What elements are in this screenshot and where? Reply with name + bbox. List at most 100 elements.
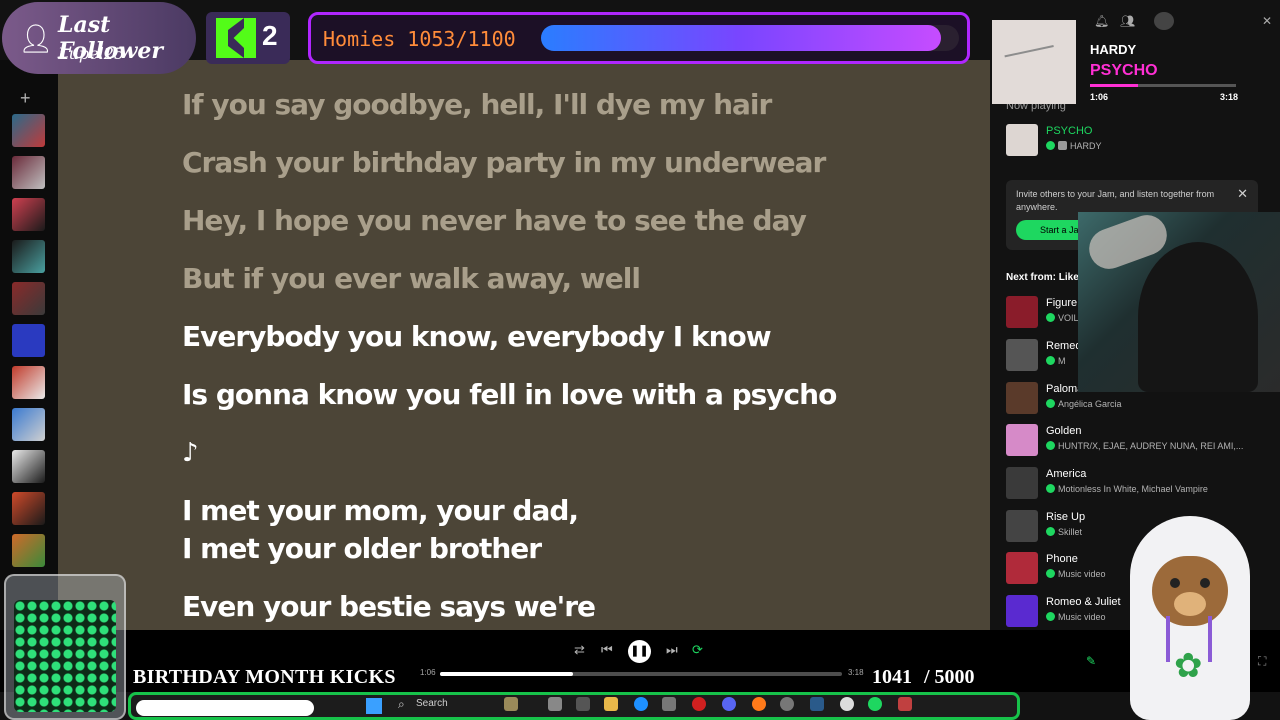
goal-progress-track xyxy=(541,25,959,51)
player-elapsed: 1:06 xyxy=(420,668,436,677)
library-item[interactable] xyxy=(12,114,45,147)
lyrics-panel: If you say goodbye, hell, I'll dye my ha… xyxy=(58,60,990,630)
kicks-goal: / 5000 xyxy=(924,666,975,688)
mascot-snout xyxy=(1174,592,1206,616)
taskbar-app-icon[interactable] xyxy=(504,697,518,711)
taskbar-app-icon[interactable] xyxy=(780,697,794,711)
kick-counter: 2 xyxy=(206,12,290,64)
lyrics-icon[interactable]: ✎ xyxy=(1086,654,1096,668)
search-icon[interactable]: ⌕ xyxy=(398,697,405,712)
hoodie-string xyxy=(1208,616,1212,662)
lyric-line[interactable]: I met your older brother xyxy=(182,532,542,565)
kicks-count: 1041 / 5000 xyxy=(872,666,975,689)
firefox-icon[interactable] xyxy=(752,697,766,711)
discord-icon[interactable] xyxy=(722,697,736,711)
pause-button[interactable]: ❚❚ xyxy=(628,640,651,663)
lyric-line[interactable]: If you say goodbye, hell, I'll dye my ha… xyxy=(182,88,772,121)
queue-title[interactable]: Remed xyxy=(1046,340,1081,352)
lyric-line[interactable]: Hey, I hope you never have to see the da… xyxy=(182,204,807,237)
lyric-line[interactable]: But if you ever walk away, well xyxy=(182,262,641,295)
queue-title[interactable]: Rise Up xyxy=(1046,511,1085,523)
library-item[interactable] xyxy=(12,198,45,231)
kick-jar-overlay xyxy=(4,574,126,720)
library-item[interactable] xyxy=(12,156,45,189)
lyric-line[interactable]: I met your mom, your dad, xyxy=(182,494,579,527)
taskbar-app-icon[interactable] xyxy=(576,697,590,711)
queue-item[interactable]: Golden HUNTR/X, EJAE, AUDREY NUNA, REI AM… xyxy=(1006,424,1266,458)
queue-title[interactable]: America xyxy=(1046,468,1086,480)
now-playing-widget: HARDY PSYCHO 1:06 3:18 xyxy=(990,16,1254,112)
add-playlist-icon[interactable]: + xyxy=(20,88,31,109)
library-item[interactable] xyxy=(12,240,45,273)
explicit-badge xyxy=(1058,141,1067,150)
library-item[interactable] xyxy=(12,492,45,525)
current-track[interactable]: PSYCHO HARDY xyxy=(1006,124,1266,158)
queue-artist[interactable]: Skillet xyxy=(1058,527,1082,537)
close-icon[interactable]: ✕ xyxy=(1237,186,1248,202)
task-view-icon[interactable] xyxy=(548,697,562,711)
shuffle-icon[interactable]: ⇄ xyxy=(574,642,585,658)
next-from-label: Next from: Like xyxy=(1006,272,1079,283)
queue-artist-line: Music video xyxy=(1046,569,1106,579)
mascot-eye xyxy=(1170,578,1180,588)
last-follower-widget: 👤︎ Last Follower Lupel25 xyxy=(2,2,196,74)
screen: + If you say goodbye, hell, I'll dye my … xyxy=(0,0,1280,720)
library-item[interactable] xyxy=(12,282,45,315)
library-item[interactable] xyxy=(12,324,45,357)
lyric-music-note: ♪ xyxy=(182,438,199,468)
add-user-icon: 👤︎ xyxy=(18,23,54,54)
close-icon[interactable]: ✕ xyxy=(1262,14,1272,28)
steam-icon[interactable] xyxy=(810,697,824,711)
queue-artist[interactable]: Music video xyxy=(1058,612,1106,622)
track-title[interactable]: PSYCHO xyxy=(1046,125,1092,137)
opera-icon[interactable] xyxy=(692,697,706,711)
album-art xyxy=(1006,510,1038,542)
previous-icon[interactable]: ⏮︎ xyxy=(601,642,613,658)
playback-progress[interactable] xyxy=(440,672,842,676)
leaf-icon: ✿ xyxy=(1174,647,1203,685)
taskbar-search[interactable]: Search xyxy=(416,698,448,709)
queue-title[interactable]: Golden xyxy=(1046,425,1081,437)
album-art xyxy=(1006,595,1038,627)
downloaded-icon xyxy=(1046,441,1055,450)
queue-artist[interactable]: Angélica Garcia xyxy=(1058,399,1122,409)
track-artist-line: HARDY xyxy=(1046,141,1102,151)
file-explorer-icon[interactable] xyxy=(604,697,618,711)
library-item[interactable] xyxy=(12,450,45,483)
next-icon[interactable]: ⏭︎ xyxy=(666,642,678,658)
library-item[interactable] xyxy=(12,366,45,399)
queue-item[interactable]: America Motionless In White, Michael Vamp… xyxy=(1006,467,1266,501)
goal-progress-fill xyxy=(541,25,942,51)
taskbar-app-icon[interactable] xyxy=(898,697,912,711)
library-item[interactable] xyxy=(12,408,45,441)
widget-artist: HARDY xyxy=(1090,42,1137,57)
downloaded-icon xyxy=(1046,141,1055,150)
obs-icon[interactable] xyxy=(840,697,854,711)
lyric-line-active[interactable]: Everybody you know, everybody I know xyxy=(182,320,772,353)
queue-artist[interactable]: Motionless In White, Michael Vampire xyxy=(1058,484,1208,494)
queue-artist[interactable]: M xyxy=(1058,356,1066,366)
lyric-line[interactable]: Crash your birthday party in my underwea… xyxy=(182,146,826,179)
playback-progress-fill xyxy=(440,672,573,676)
windows-start-icon[interactable] xyxy=(366,698,382,714)
downloaded-icon xyxy=(1046,313,1055,322)
album-art xyxy=(1006,552,1038,584)
library-item[interactable] xyxy=(12,534,45,567)
downloaded-icon xyxy=(1046,356,1055,365)
track-artist[interactable]: HARDY xyxy=(1070,141,1102,151)
lyric-line[interactable]: Is gonna know you fell in love with a ps… xyxy=(182,378,837,411)
queue-title[interactable]: Phone xyxy=(1046,553,1078,565)
repeat-icon[interactable]: ⟳ xyxy=(692,642,703,658)
kicks-banner: BIRTHDAY MONTH KICKS xyxy=(133,666,396,688)
queue-artist[interactable]: Music video xyxy=(1058,569,1106,579)
edge-browser-icon[interactable] xyxy=(634,697,648,711)
queue-artist[interactable]: HUNTR/X, EJAE, AUDREY NUNA, REI AMI,... xyxy=(1058,441,1243,451)
mascot-face xyxy=(1152,556,1228,626)
album-art xyxy=(1006,296,1038,328)
taskbar-app-icon[interactable] xyxy=(662,697,676,711)
kicks-current: 1041 xyxy=(872,666,912,688)
spotify-icon[interactable] xyxy=(868,697,882,711)
queue-title[interactable]: Figure xyxy=(1046,297,1077,309)
lyric-line[interactable]: Even your bestie says we're xyxy=(182,590,596,623)
queue-artist[interactable]: VOIL xyxy=(1058,313,1079,323)
